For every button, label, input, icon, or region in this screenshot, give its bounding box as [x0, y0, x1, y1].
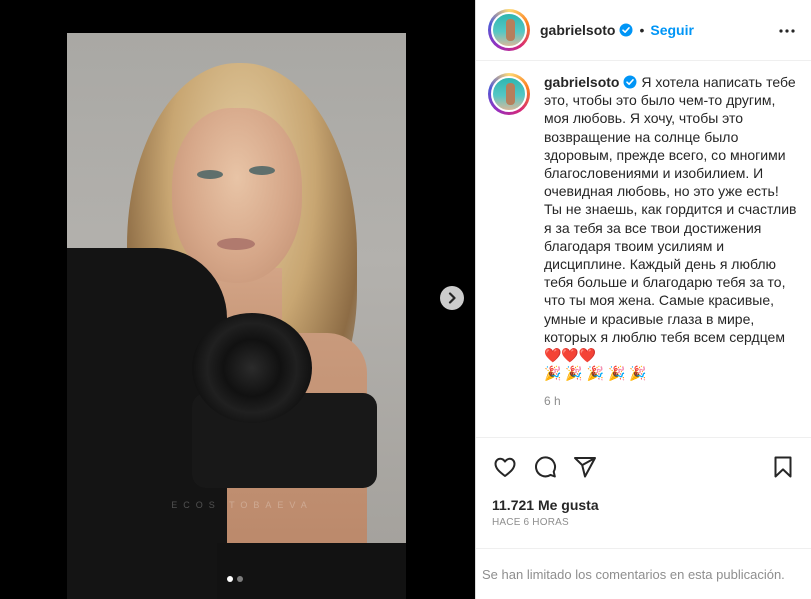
post-header: gabrielsoto • Seguir [476, 0, 811, 61]
post-timestamp: HACE 6 HORAS [492, 517, 569, 528]
save-button[interactable] [770, 454, 796, 480]
story-ring[interactable] [488, 9, 530, 51]
header-username[interactable]: gabrielsoto [540, 22, 615, 38]
carousel-dots [227, 576, 243, 582]
caption-avatar [491, 76, 527, 112]
photo-lips [217, 238, 255, 250]
heart-icon [494, 457, 516, 477]
avatar [491, 12, 527, 48]
verified-badge-icon [623, 75, 637, 89]
like-count[interactable]: 11.721 Me gusta [492, 497, 599, 513]
caption-story-ring[interactable] [488, 73, 530, 115]
comment-button[interactable] [532, 454, 558, 480]
action-icons [492, 454, 598, 480]
comment-icon [535, 456, 557, 478]
photo-watermark: ECOS TOBAEVA [171, 500, 313, 510]
carousel-next-button[interactable] [440, 286, 464, 310]
caption-section: gabrielsoto Я хотела написать тебе это, … [476, 61, 811, 437]
header-separator: • [639, 22, 645, 38]
like-button[interactable] [492, 454, 518, 480]
send-icon [574, 457, 596, 478]
bookmark-icon [774, 456, 792, 478]
caption-body: gabrielsoto Я хотела написать тебе это, … [544, 73, 800, 437]
comments-limited-notice: Se han limitado los comentarios en esta … [476, 548, 811, 599]
caption-text: Я хотела написать тебе это, чтобы это бы… [544, 74, 797, 382]
carousel-dot-active [227, 576, 233, 582]
photo-eye-right [249, 166, 275, 175]
photo-rose [192, 313, 312, 423]
more-options-icon[interactable] [778, 22, 796, 40]
carousel-dot [237, 576, 243, 582]
chevron-right-icon [448, 292, 456, 304]
verified-badge-icon [619, 23, 633, 37]
post-photo[interactable]: ECOS TOBAEVA [67, 33, 406, 599]
post-sidebar: gabrielsoto • Seguir gabrielsoto Я хотел… [475, 0, 811, 599]
media-panel: ECOS TOBAEVA [0, 0, 475, 599]
share-button[interactable] [572, 454, 598, 480]
post-actions: 11.721 Me gusta HACE 6 HORAS [476, 437, 811, 557]
caption-username[interactable]: gabrielsoto [544, 74, 619, 90]
caption-timestamp: 6 h [544, 394, 561, 409]
post-modal: ECOS TOBAEVA gabrielsoto • Seguir gabrie… [0, 0, 811, 599]
photo-skirt [217, 543, 406, 599]
photo-eye-left [197, 170, 223, 179]
follow-button[interactable]: Seguir [650, 22, 694, 38]
